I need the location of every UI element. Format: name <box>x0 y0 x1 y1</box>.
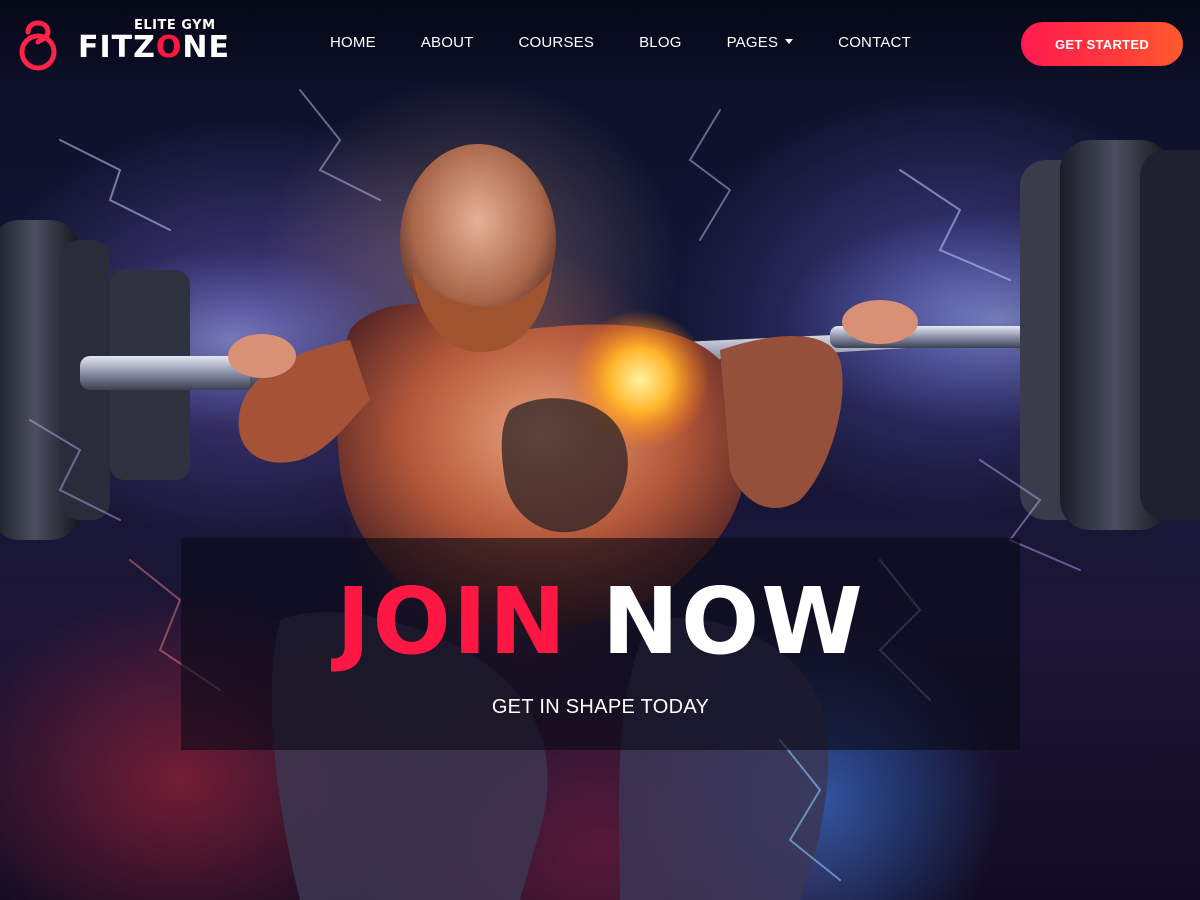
get-started-button[interactable]: GET STARTED <box>1021 22 1183 66</box>
nav-home[interactable]: HOME <box>330 34 376 51</box>
hero-image-athlete <box>0 89 1200 900</box>
barbell-right-plates <box>1020 140 1200 530</box>
nav-contact[interactable]: CONTACT <box>838 34 911 51</box>
hero-subheading: GET IN SHAPE TODAY <box>491 696 710 718</box>
nav-blog[interactable]: BLOG <box>639 34 681 51</box>
page: ELITE GYM FITZONE HOME ABOUT COURSES BLO… <box>0 0 1200 900</box>
hero-heading-word-2: NOW <box>602 568 865 675</box>
nav-about[interactable]: ABOUT <box>421 34 474 51</box>
kettlebell-logo-icon <box>19 20 57 71</box>
brand-name-part-2: NE <box>182 30 230 65</box>
athlete-body <box>228 144 918 900</box>
brand-name-part-1: FITZ <box>78 30 156 65</box>
nav-courses[interactable]: COURSES <box>519 34 595 51</box>
brand-name-accent: O <box>155 30 183 65</box>
brand-name: FITZONE <box>78 30 230 65</box>
site-header: ELITE GYM FITZONE HOME ABOUT COURSES BLO… <box>0 0 1200 90</box>
hero-heading: JOIN NOW <box>181 572 1020 672</box>
hero-banner: JOIN NOW GET IN SHAPE TODAY <box>181 538 1020 750</box>
nav-pages[interactable]: PAGES <box>727 34 794 51</box>
main-nav: HOME ABOUT COURSES BLOG PAGES CONTACT <box>330 34 956 51</box>
hero-heading-word-1: JOIN <box>336 568 568 675</box>
brand-logo[interactable]: ELITE GYM FITZONE <box>16 12 229 74</box>
nav-pages-label: PAGES <box>726 34 779 51</box>
caret-down-icon <box>785 39 794 44</box>
